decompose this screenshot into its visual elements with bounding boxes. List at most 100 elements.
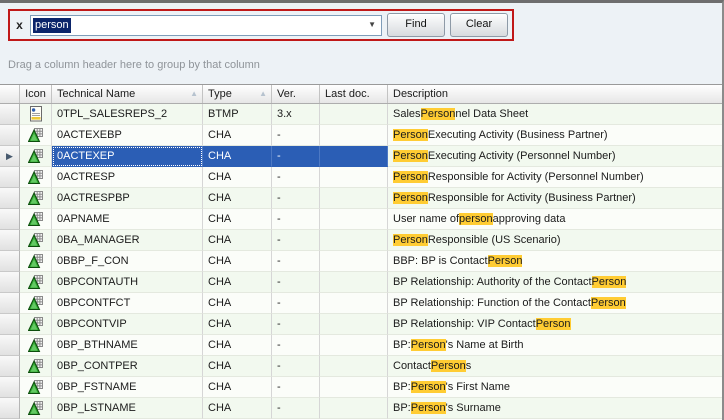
row-selector[interactable] [0,272,20,293]
cell-description[interactable]: BP: Person's Surname [388,398,722,419]
cell-type[interactable]: CHA [203,377,272,398]
cell-ver[interactable]: - [272,293,320,314]
cell-description[interactable]: Person Responsible (US Scenario) [388,230,722,251]
cell-description[interactable]: BP: Person's Name at Birth [388,335,722,356]
row-selector[interactable] [0,293,20,314]
cell-technical-name[interactable]: 0TPL_SALESREPS_2 [52,104,203,125]
cell-description[interactable]: BP Relationship: Authority of the Contac… [388,272,722,293]
cell-type[interactable]: CHA [203,293,272,314]
cell-last-doc[interactable] [320,188,388,209]
cell-type[interactable]: CHA [203,230,272,251]
row-selector[interactable] [0,125,20,146]
cell-icon[interactable] [20,230,52,251]
cell-description[interactable]: Sales Personnel Data Sheet [388,104,722,125]
close-search-icon[interactable]: x [14,20,25,31]
find-button[interactable]: Find [387,13,445,37]
cell-description[interactable]: BP Relationship: Function of the Contact… [388,293,722,314]
header-cell-icon[interactable]: Icon [20,85,52,103]
cell-type[interactable]: CHA [203,146,272,167]
cell-last-doc[interactable] [320,104,388,125]
cell-technical-name[interactable]: 0BP_FSTNAME [52,377,203,398]
header-cell-type[interactable]: Type ▲ [203,85,272,103]
cell-icon[interactable] [20,398,52,419]
cell-ver[interactable]: - [272,377,320,398]
cell-description[interactable]: User name of person approving data [388,209,722,230]
row-selector[interactable] [0,104,20,125]
row-selector[interactable] [0,398,20,419]
cell-technical-name[interactable]: 0BPCONTVIP [52,314,203,335]
cell-ver[interactable]: - [272,209,320,230]
cell-type[interactable]: CHA [203,188,272,209]
cell-ver[interactable]: - [272,398,320,419]
row-selector[interactable] [0,209,20,230]
cell-description[interactable]: Person Executing Activity (Business Part… [388,125,722,146]
cell-icon[interactable] [20,251,52,272]
cell-type[interactable]: CHA [203,125,272,146]
cell-technical-name[interactable]: 0ACTEXEP [52,146,203,167]
cell-last-doc[interactable] [320,125,388,146]
cell-description[interactable]: BP: Person's First Name [388,377,722,398]
cell-type[interactable]: CHA [203,356,272,377]
cell-last-doc[interactable] [320,146,388,167]
header-cell-technical-name[interactable]: Technical Name ▲ [52,85,203,103]
cell-icon[interactable] [20,167,52,188]
header-cell-last-doc[interactable]: Last doc. [320,85,388,103]
header-cell-ver[interactable]: Ver. [272,85,320,103]
cell-description[interactable]: Person Responsible for Activity (Busines… [388,188,722,209]
cell-description[interactable]: BP Relationship: VIP Contact Person [388,314,722,335]
row-selector[interactable] [0,188,20,209]
cell-ver[interactable]: - [272,251,320,272]
cell-last-doc[interactable] [320,356,388,377]
cell-technical-name[interactable]: 0ACTEXEBP [52,125,203,146]
cell-ver[interactable]: - [272,125,320,146]
search-input-value[interactable]: person [33,18,71,33]
cell-last-doc[interactable] [320,377,388,398]
cell-icon[interactable] [20,335,52,356]
cell-last-doc[interactable] [320,209,388,230]
cell-technical-name[interactable]: 0APNAME [52,209,203,230]
cell-description[interactable]: Person Responsible for Activity (Personn… [388,167,722,188]
cell-type[interactable]: CHA [203,314,272,335]
cell-type[interactable]: CHA [203,272,272,293]
cell-technical-name[interactable]: 0ACTRESP [52,167,203,188]
cell-icon[interactable] [20,104,52,125]
cell-last-doc[interactable] [320,293,388,314]
cell-ver[interactable]: - [272,272,320,293]
cell-last-doc[interactable] [320,335,388,356]
cell-ver[interactable]: - [272,335,320,356]
row-selector[interactable] [0,335,20,356]
cell-last-doc[interactable] [320,167,388,188]
cell-icon[interactable] [20,209,52,230]
cell-ver[interactable]: - [272,167,320,188]
row-selector[interactable] [0,230,20,251]
row-selector[interactable]: ▶ [0,146,20,167]
cell-technical-name[interactable]: 0BPCONTAUTH [52,272,203,293]
cell-last-doc[interactable] [320,314,388,335]
dropdown-arrow-icon[interactable]: ▼ [368,21,376,29]
cell-ver[interactable]: 3.x [272,104,320,125]
cell-icon[interactable] [20,188,52,209]
cell-ver[interactable]: - [272,188,320,209]
cell-ver[interactable]: - [272,146,320,167]
cell-icon[interactable] [20,293,52,314]
cell-last-doc[interactable] [320,398,388,419]
cell-icon[interactable] [20,125,52,146]
row-selector[interactable] [0,167,20,188]
cell-description[interactable]: Person Executing Activity (Personnel Num… [388,146,722,167]
row-selector[interactable] [0,314,20,335]
cell-technical-name[interactable]: 0BP_CONTPER [52,356,203,377]
group-by-panel[interactable]: Drag a column header here to group by th… [0,46,722,84]
header-cell-description[interactable]: Description [388,85,722,103]
cell-technical-name[interactable]: 0BPCONTFCT [52,293,203,314]
cell-ver[interactable]: - [272,356,320,377]
cell-type[interactable]: CHA [203,251,272,272]
cell-technical-name[interactable]: 0BP_LSTNAME [52,398,203,419]
cell-type[interactable]: BTMP [203,104,272,125]
cell-last-doc[interactable] [320,272,388,293]
cell-technical-name[interactable]: 0ACTRESPBP [52,188,203,209]
cell-technical-name[interactable]: 0BP_BTHNAME [52,335,203,356]
row-selector[interactable] [0,251,20,272]
cell-ver[interactable]: - [272,230,320,251]
clear-button[interactable]: Clear [450,13,508,37]
cell-last-doc[interactable] [320,251,388,272]
